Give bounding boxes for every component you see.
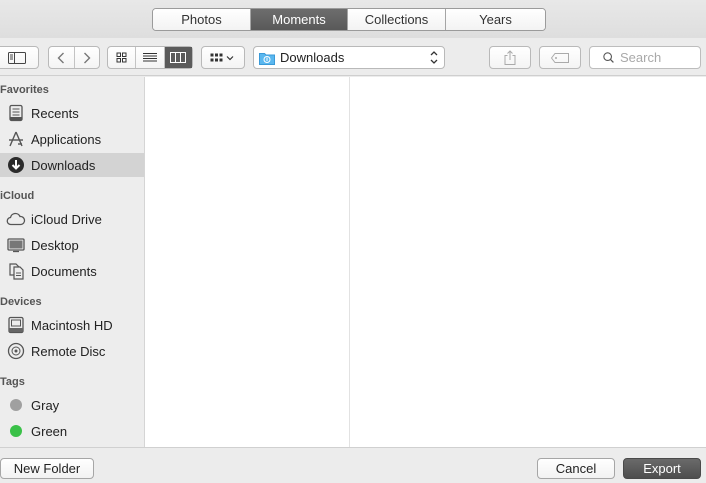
downloads-icon <box>6 155 26 175</box>
search-field[interactable] <box>589 46 701 69</box>
icon-view-button[interactable] <box>108 47 137 68</box>
view-mode-buttons <box>107 46 193 69</box>
tag-dot-gray <box>6 395 26 415</box>
sidebar-item-downloads[interactable]: Downloads <box>0 153 144 177</box>
export-button[interactable]: Export <box>623 458 701 479</box>
arrange-icon <box>210 53 234 61</box>
segment-years[interactable]: Years <box>446 9 545 30</box>
tags-section-title: Tags <box>0 376 25 388</box>
sidebar-item-label: Remote Disc <box>31 343 106 359</box>
desktop-icon <box>6 235 26 255</box>
tag-button[interactable] <box>539 46 581 69</box>
file-browser[interactable] <box>145 77 706 447</box>
sidebar-toggle-button[interactable] <box>0 46 39 69</box>
sidebar-item-applications[interactable]: Applications <box>0 127 144 151</box>
columns-icon <box>170 52 187 63</box>
sidebar-item-label: Documents <box>31 263 97 279</box>
sidebar-item-documents[interactable]: Documents <box>0 259 144 283</box>
up-down-chevron-icon <box>430 51 438 64</box>
sidebar-item-recents[interactable]: Recents <box>0 101 144 125</box>
toolbar: Downloads <box>0 38 706 76</box>
sidebar: Favorites Recents Applications Downloads… <box>0 77 145 447</box>
tag-icon <box>551 52 569 63</box>
sidebar-item-label: Macintosh HD <box>31 317 113 333</box>
share-icon <box>504 50 516 65</box>
sidebar-item-label: Green <box>31 423 68 439</box>
documents-icon <box>6 261 26 281</box>
icloud-drive-icon <box>6 209 26 229</box>
view-segmented-control: Photos Moments Collections Years <box>152 8 546 31</box>
list-view-button[interactable] <box>136 47 165 68</box>
cancel-button[interactable]: Cancel <box>537 458 615 479</box>
sidebar-item-macintosh-hd[interactable]: Macintosh HD <box>0 313 144 337</box>
list-icon <box>142 53 157 62</box>
sidebar-item-label: Downloads <box>31 157 96 173</box>
hard-drive-icon <box>6 315 26 335</box>
bottom-bar: New Folder Cancel Export <box>0 447 706 483</box>
segment-moments[interactable]: Moments <box>251 9 348 30</box>
search-input[interactable] <box>620 50 700 65</box>
forward-button[interactable] <box>75 47 100 68</box>
recents-icon <box>6 103 26 123</box>
segment-photos[interactable]: Photos <box>153 9 251 30</box>
arrange-button[interactable] <box>201 46 245 69</box>
tag-dot-green <box>6 421 26 441</box>
grid-icon <box>116 52 127 63</box>
sidebar-item-label: Desktop <box>31 237 79 253</box>
favorites-section-title: Favorites <box>0 84 49 96</box>
new-folder-button[interactable]: New Folder <box>0 458 94 479</box>
column-view-button[interactable] <box>164 47 192 68</box>
icloud-section-title: iCloud <box>0 190 35 202</box>
sidebar-item-label: Gray <box>31 397 60 413</box>
sidebar-icon <box>7 51 26 64</box>
sidebar-item-tag-gray[interactable]: Gray <box>0 393 144 417</box>
disc-icon <box>6 341 26 361</box>
sidebar-item-label: Applications <box>31 131 102 147</box>
sidebar-item-remote-disc[interactable]: Remote Disc <box>0 339 144 363</box>
back-button[interactable] <box>49 47 75 68</box>
column-divider[interactable] <box>349 77 350 447</box>
sidebar-item-desktop[interactable]: Desktop <box>0 233 144 257</box>
devices-section-title: Devices <box>0 296 42 308</box>
sidebar-item-label: Recents <box>31 105 79 121</box>
sidebar-item-icloud-drive[interactable]: iCloud Drive <box>0 207 144 231</box>
sidebar-item-tag-green[interactable]: Green <box>0 419 144 443</box>
folder-icon <box>259 52 275 65</box>
top-bar: Photos Moments Collections Years <box>0 0 706 38</box>
search-icon <box>603 52 614 63</box>
navigation-buttons <box>48 46 100 69</box>
location-popup[interactable]: Downloads <box>253 46 445 69</box>
chevron-right-icon <box>83 52 91 63</box>
share-button[interactable] <box>489 46 531 69</box>
segment-collections[interactable]: Collections <box>348 9 446 30</box>
sidebar-item-label: iCloud Drive <box>31 211 102 227</box>
location-label: Downloads <box>280 50 345 65</box>
applications-icon <box>6 129 26 149</box>
chevron-left-icon <box>57 52 65 63</box>
